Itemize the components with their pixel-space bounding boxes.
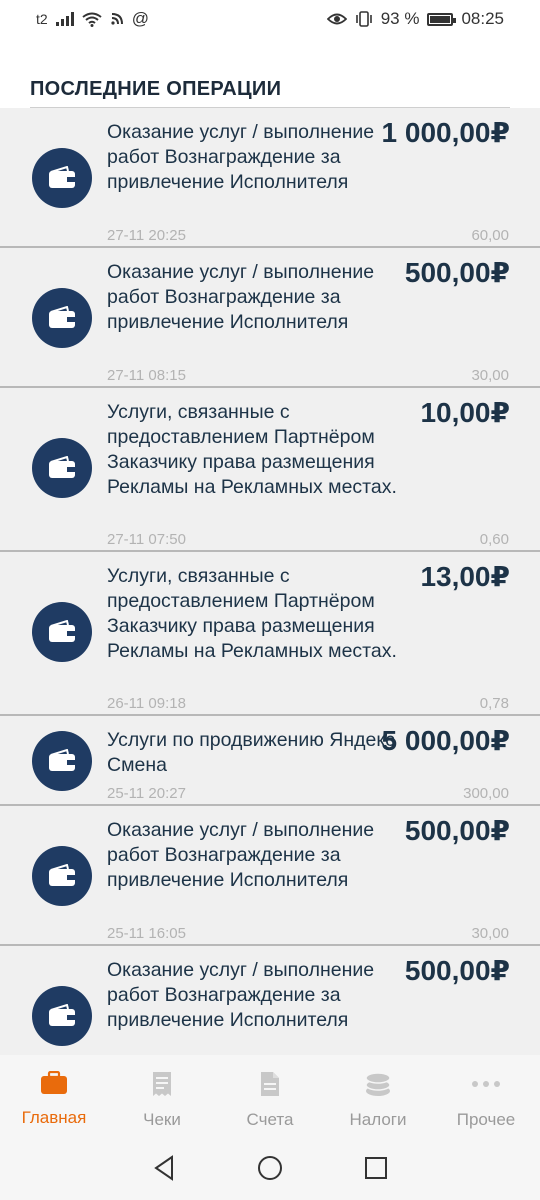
status-right: 93 % 08:25 [326,9,504,29]
operation-date: 27-11 07:50 [107,531,186,548]
system-nav-bar [0,1140,540,1200]
nav-item-other[interactable]: Прочее [432,1055,540,1140]
operation-fee: 30,00 [471,367,509,384]
operation-date: 25-11 20:27 [107,785,186,802]
nav-item-taxes[interactable]: Налоги [324,1055,432,1140]
nav-label: Чеки [143,1110,181,1129]
nav-label: Налоги [349,1110,407,1129]
section-title: ПОСЛЕДНИЕ ОПЕРАЦИИ [30,78,282,100]
wallet-icon [32,846,92,906]
wallet-icon [32,148,92,208]
operation-description: Оказание услуг / выполнение работ Вознаг… [107,261,375,333]
operation-fee: 0,60 [479,531,509,548]
operations-list[interactable]: Оказание услуг / выполнение работ Вознаг… [0,108,540,1055]
carrier-label: t2 [36,11,48,27]
nav-item-receipts[interactable]: Чеки [108,1055,216,1140]
status-left: t2 @ [36,9,149,29]
wallet-icon [32,288,92,348]
recents-icon[interactable] [364,1156,388,1185]
operation-amount: 10,00₽ [420,397,510,428]
operation-row[interactable]: Оказание услуг / выполнение работ Вознаг… [0,946,540,1055]
operation-fee: 300,00 [463,785,509,802]
operation-description: Услуги, связанные с предоставлением Парт… [107,401,397,498]
operation-row[interactable]: Оказание услуг / выполнение работ Вознаг… [0,248,540,388]
operation-row[interactable]: Услуги по продвижению Яндекс Смена 5 000… [0,716,540,806]
eye-icon [326,13,347,25]
operation-description: Оказание услуг / выполнение работ Вознаг… [107,121,375,193]
operation-row[interactable]: Услуги, связанные с предоставлением Парт… [0,388,540,552]
operation-amount: 500,00₽ [404,815,510,846]
briefcase-icon [40,1070,68,1100]
operation-fee: 60,00 [471,227,509,244]
wifi-icon [82,12,102,27]
home-icon[interactable] [256,1154,284,1187]
document-icon [259,1071,281,1102]
operation-amount: 500,00₽ [404,955,510,986]
operation-date: 27-11 08:15 [107,367,186,384]
operation-amount: 500,00₽ [404,257,510,288]
nav-label: Счета [246,1110,294,1129]
operation-row[interactable]: Услуги, связанные с предоставлением Парт… [0,552,540,716]
receipt-icon [151,1071,173,1102]
nav-label: Прочее [456,1110,516,1129]
back-icon[interactable] [152,1154,176,1186]
wallet-icon [32,602,92,662]
nav-item-invoices[interactable]: Счета [216,1055,324,1140]
operation-description: Оказание услуг / выполнение работ Вознаг… [107,819,375,891]
vibrate-icon [355,11,373,27]
bottom-nav: Главная Чеки Счета Налоги Прочее [0,1055,540,1140]
section-header: ПОСЛЕДНИЕ ОПЕРАЦИИ [0,38,540,108]
operation-fee: 0,78 [479,695,509,712]
clock: 08:25 [461,9,504,28]
nav-item-main[interactable]: Главная [0,1055,108,1140]
more-icon [470,1071,502,1102]
status-bar: t2 @ 93 % 08:25 [0,0,540,38]
nfc-icon [110,12,124,26]
operation-row[interactable]: Оказание услуг / выполнение работ Вознаг… [0,108,540,248]
operation-description: Услуги по продвижению Яндекс Смена [107,729,395,776]
operation-amount: 1 000,00₽ [381,117,510,148]
operation-description: Оказание услуг / выполнение работ Вознаг… [107,959,375,1031]
operation-row[interactable]: Оказание услуг / выполнение работ Вознаг… [0,806,540,946]
wallet-icon [32,438,92,498]
wallet-icon [32,731,92,791]
operation-fee: 30,00 [471,925,509,942]
wallet-icon [32,986,92,1046]
battery-icon [427,12,457,26]
coins-icon [364,1071,392,1102]
operation-amount: 13,00₽ [420,561,510,592]
at-symbol: @ [131,9,149,28]
signal-icon [55,12,74,26]
operation-description: Услуги, связанные с предоставлением Парт… [107,565,397,662]
nav-label: Главная [21,1108,87,1127]
battery-percent: 93 % [380,9,420,28]
operation-date: 27-11 20:25 [107,227,186,244]
operation-date: 25-11 16:05 [107,925,186,942]
operation-amount: 5 000,00₽ [381,725,510,756]
operation-date: 26-11 09:18 [107,695,186,712]
